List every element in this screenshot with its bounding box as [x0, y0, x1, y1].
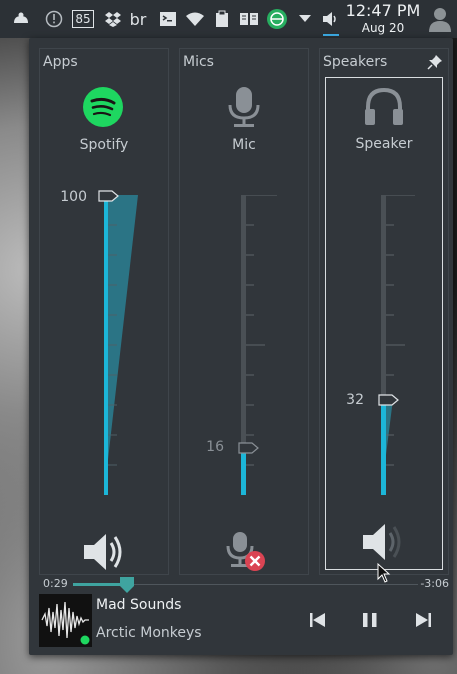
active-indicator: [323, 34, 339, 36]
terminal-icon[interactable]: [158, 7, 178, 31]
mic-mute-button[interactable]: [224, 531, 272, 573]
album-art: [39, 594, 92, 647]
next-track-button[interactable]: [410, 608, 436, 632]
speakers-device-label: Speaker: [355, 136, 413, 152]
update-count-icon[interactable]: 85: [72, 7, 94, 31]
apps-column: Apps Spotify 100: [39, 48, 169, 575]
wifi-icon[interactable]: [184, 7, 206, 31]
apps-mute-button[interactable]: [81, 531, 129, 573]
network-manager-icon[interactable]: [265, 7, 289, 31]
keyboard-layout-icon[interactable]: br: [129, 7, 147, 31]
mics-column-title: Mics: [183, 54, 214, 70]
apps-column-title: Apps: [43, 54, 78, 70]
microphone-icon: [226, 87, 262, 129]
clipboard-icon[interactable]: [212, 7, 232, 31]
notifications-icon[interactable]: [44, 7, 64, 31]
clock-time: 12:47 PM: [345, 1, 421, 20]
user-icon[interactable]: [427, 7, 453, 32]
dropbox-icon[interactable]: [103, 7, 123, 31]
track-artist: Arctic Monkeys: [96, 625, 202, 641]
update-count-badge: 85: [72, 10, 94, 28]
taskbar: 85 br 12:47 PM Aug 20: [0, 0, 457, 38]
mics-volume-value: 16: [206, 439, 224, 455]
reader-icon[interactable]: [238, 7, 260, 31]
apps-slider-handle: [98, 190, 119, 202]
expand-tray-icon[interactable]: [296, 7, 314, 31]
speakers-column-title: Speakers: [323, 54, 388, 70]
spotify-icon: [83, 87, 123, 127]
speakers-volume-slider[interactable]: [378, 195, 421, 495]
kde-connect-icon[interactable]: [10, 7, 32, 31]
speakers-mute-button[interactable]: [360, 521, 408, 563]
speakers-slider-handle: [378, 394, 399, 406]
elapsed-time: 0:29: [43, 577, 68, 590]
mouse-cursor-icon: [377, 563, 391, 583]
volume-icon[interactable]: [321, 7, 341, 31]
remaining-time: -3:06: [420, 577, 449, 590]
apps-device-label: Spotify: [79, 137, 129, 153]
track-title: Mad Sounds: [96, 597, 182, 613]
keyboard-layout-label: br: [129, 9, 147, 29]
mics-volume-slider[interactable]: [238, 195, 281, 495]
clock-date: Aug 20: [361, 21, 405, 35]
seek-handle[interactable]: [119, 576, 135, 594]
speakers-volume-value: 32: [346, 392, 364, 408]
apps-volume-value: 100: [60, 189, 87, 205]
mics-device-label: Mic: [232, 137, 256, 153]
apps-volume-slider[interactable]: [98, 190, 141, 495]
previous-track-button[interactable]: [305, 608, 331, 632]
mics-column: Mics Mic 16: [179, 48, 309, 575]
mics-slider-handle: [238, 442, 259, 454]
clock[interactable]: 12:47 PM Aug 20: [340, 1, 426, 36]
speaker-device-card[interactable]: Speaker 32: [325, 77, 443, 570]
headphones-icon: [363, 86, 405, 128]
pause-button[interactable]: [357, 608, 383, 632]
speakers-column: Speakers Speaker 32: [319, 48, 449, 575]
